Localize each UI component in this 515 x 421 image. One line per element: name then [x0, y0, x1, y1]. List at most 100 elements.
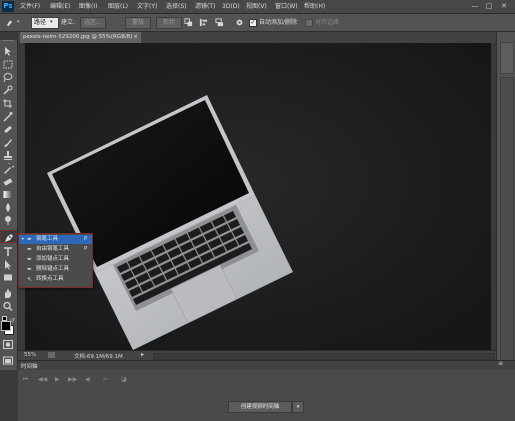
toolbar-grip[interactable]	[2, 40, 14, 44]
previous-frame-icon[interactable]: ◀◀	[38, 376, 47, 383]
horizontal-scrollbar[interactable]	[153, 353, 495, 360]
timeline-title[interactable]: 时间轴	[21, 362, 38, 370]
healing-brush-tool-icon[interactable]	[2, 124, 14, 135]
align-edges-label: 对齐边缘	[315, 19, 340, 26]
pen-tool-button[interactable]	[0, 230, 17, 243]
next-frame-icon[interactable]: ▶▶	[68, 376, 77, 383]
make-shape-button[interactable]: 形状	[156, 17, 182, 29]
pen-tools-flyout: • ✒ 钢笔工具 P ✒ 自由钢笔工具 P ✒ 添加锚点工具 ✒ 删除锚点工具 …	[18, 233, 93, 288]
menu-edit[interactable]: 编辑(E)	[50, 2, 70, 11]
maximize-button[interactable]: □	[484, 2, 494, 10]
screen-mode-icon[interactable]	[2, 355, 14, 366]
pen-icon: ✒	[27, 236, 33, 243]
menu-file[interactable]: 文件(F)	[20, 2, 40, 11]
path-alignment-icon[interactable]	[199, 18, 208, 27]
menu-view[interactable]: 视图(V)	[246, 2, 267, 11]
hand-tool-icon[interactable]	[2, 288, 14, 299]
flyout-item-add-anchor-point-tool[interactable]: ✒ 添加锚点工具	[19, 255, 92, 264]
options-bar: ▾ 路径 ▾ 建立: 选区... 蒙版 形状 ✓ 自动添加/删除 对齐边缘	[0, 14, 515, 32]
crop-tool-icon[interactable]	[2, 98, 14, 109]
zoom-level[interactable]: 55%	[24, 352, 36, 358]
tools-panel: ↺	[0, 40, 18, 370]
path-selection-tool-icon[interactable]	[2, 259, 14, 270]
menu-help[interactable]: 帮助(H)	[304, 2, 325, 11]
menu-type[interactable]: 文字(Y)	[137, 2, 157, 11]
timeline-dropdown-arrow-icon[interactable]: ▾	[292, 401, 304, 413]
move-tool-icon[interactable]	[2, 46, 14, 57]
gradient-tool-icon[interactable]	[2, 189, 14, 200]
pen-tool-preset-icon[interactable]	[5, 18, 14, 27]
align-edges-checkbox[interactable]	[305, 19, 313, 27]
split-icon[interactable]: ✂	[103, 376, 108, 383]
lasso-tool-icon[interactable]	[2, 72, 14, 83]
history-brush-tool-icon[interactable]	[2, 163, 14, 174]
document-tab-label: pexels-neim-529200.jpg @ 55%(RGB/8)	[23, 34, 133, 40]
create-video-timeline-button[interactable]: 创建视频时间轴	[228, 401, 292, 413]
eraser-tool-icon[interactable]	[2, 176, 14, 187]
quick-mask-icon[interactable]	[2, 339, 14, 350]
make-label: 建立:	[61, 19, 76, 26]
flyout-item-shortcut: P	[84, 236, 88, 242]
flyout-item-freeform-pen-tool[interactable]: ✒ 自由钢笔工具 P	[19, 245, 92, 254]
first-frame-icon[interactable]: ⏮	[23, 376, 28, 384]
menu-layer[interactable]: 图层(L)	[108, 2, 128, 11]
flyout-item-shortcut: P	[84, 246, 88, 252]
document-size-info: 文档:69.1M/69.1M	[74, 354, 123, 360]
foreground-color-swatch[interactable]	[1, 321, 11, 331]
flyout-item-label: 添加锚点工具	[36, 256, 70, 262]
freeform-pen-icon: ✒	[27, 246, 33, 253]
auto-add-delete-checkbox[interactable]: ✓	[249, 19, 257, 27]
type-tool-icon[interactable]	[2, 246, 14, 257]
menu-image[interactable]: 图像(I)	[79, 2, 97, 11]
flyout-item-label: 删除锚点工具	[36, 266, 70, 272]
eyedropper-tool-icon[interactable]	[2, 111, 14, 122]
panel-collapse-strip[interactable]	[500, 42, 514, 74]
rectangle-tool-icon[interactable]	[2, 272, 14, 283]
menu-window[interactable]: 窗口(W)	[275, 2, 298, 11]
photoshop-logo: Ps	[2, 1, 14, 12]
menu-bar: Ps 文件(F) 编辑(E) 图像(I) 图层(L) 文字(Y) 选择(S) 滤…	[0, 0, 515, 14]
convert-point-icon: ↖	[27, 276, 33, 283]
clone-stamp-tool-icon[interactable]	[2, 150, 14, 161]
make-mask-button[interactable]: 蒙版	[125, 17, 151, 29]
flyout-item-delete-anchor-point-tool[interactable]: ✒ 删除锚点工具	[19, 265, 92, 274]
pen-mode-select[interactable]: 路径	[31, 17, 59, 29]
play-icon[interactable]: ▶	[55, 376, 60, 383]
flyout-item-label: 转换点工具	[36, 276, 64, 282]
flyout-item-pen-tool[interactable]: • ✒ 钢笔工具 P	[19, 235, 92, 244]
path-operations-icon[interactable]	[184, 18, 193, 27]
menu-filter[interactable]: 滤镜(T)	[195, 2, 215, 11]
flyout-item-label: 自由钢笔工具	[36, 246, 70, 252]
quick-selection-tool-icon[interactable]	[2, 85, 14, 96]
zoom-field-icon[interactable]	[48, 352, 55, 358]
vertical-scrollbar[interactable]	[500, 77, 514, 364]
blur-tool-icon[interactable]	[2, 202, 14, 213]
timeline-header	[18, 361, 515, 370]
close-tab-icon[interactable]: ×	[133, 32, 138, 43]
add-anchor-icon: ✒	[27, 256, 33, 263]
minimize-button[interactable]: —	[470, 2, 480, 10]
status-menu-arrow-icon[interactable]: ▸	[141, 351, 144, 358]
close-window-button[interactable]: ✕	[499, 2, 509, 10]
marquee-tool-icon[interactable]	[2, 59, 14, 70]
menu-3d[interactable]: 3D(D)	[222, 2, 240, 11]
timeline-panel: 时间轴 ≡ ⏮ ◀◀ ▶ ▶▶ ◀ ✂ ◪ 创建视频时间轴 ▾	[18, 360, 515, 421]
path-arrangement-icon[interactable]	[215, 18, 224, 27]
audio-icon[interactable]: ◀	[85, 376, 90, 383]
zoom-tool-icon[interactable]	[2, 301, 14, 312]
mode-dropdown-arrow-icon: ▾	[50, 19, 53, 25]
dodge-tool-icon[interactable]	[2, 215, 14, 226]
transition-icon[interactable]: ◪	[121, 376, 127, 383]
document-tab[interactable]: pexels-neim-529200.jpg @ 55%(RGB/8) ×	[20, 32, 141, 43]
flyout-item-label: 钢笔工具	[36, 236, 59, 242]
brush-tool-icon[interactable]	[2, 137, 14, 148]
panel-menu-icon[interactable]: ≡	[498, 360, 503, 367]
delete-anchor-icon: ✒	[27, 266, 33, 273]
flyout-item-convert-point-tool[interactable]: ↖ 转换点工具	[19, 275, 92, 284]
document-canvas[interactable]	[25, 43, 491, 350]
gear-icon[interactable]	[235, 18, 244, 27]
make-selection-button[interactable]: 选区...	[80, 17, 106, 29]
preset-dropdown-arrow-icon[interactable]: ▾	[17, 19, 20, 25]
menu-select[interactable]: 选择(S)	[166, 2, 187, 11]
auto-add-delete-label: 自动添加/删除	[259, 19, 298, 26]
